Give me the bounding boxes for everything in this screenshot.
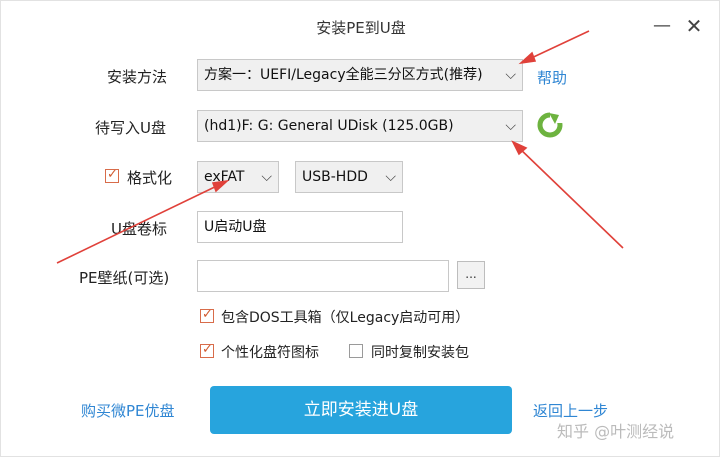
- chevron-down-icon: ⌵: [385, 169, 396, 185]
- installer-window: 安装PE到U盘 — ✕ 安装方法 方案一：UEFI/Legacy全能三分区方式(…: [0, 0, 720, 457]
- help-link[interactable]: 帮助: [537, 67, 567, 88]
- refresh-icon[interactable]: [537, 112, 563, 138]
- option-copy-installer-label: 同时复制安装包: [371, 345, 469, 361]
- title-bar: 安装PE到U盘 — ✕: [1, 1, 720, 55]
- install-to-usb-button[interactable]: 立即安装进U盘: [210, 386, 512, 434]
- format-label: 格式化: [127, 169, 173, 187]
- target-disk-label: 待写入U盘: [95, 119, 166, 137]
- target-disk-select[interactable]: (hd1)F: G: General UDisk (125.0GB) ⌵: [197, 110, 523, 142]
- boot-mode-select[interactable]: USB-HDD ⌵: [295, 161, 403, 193]
- option-custom-drive-icon-label: 个性化盘符图标: [221, 345, 319, 361]
- target-disk-value: (hd1)F: G: General UDisk (125.0GB): [204, 118, 454, 134]
- volume-label-input[interactable]: U启动U盘: [197, 211, 403, 243]
- install-method-label: 安装方法: [107, 68, 168, 86]
- boot-mode-value: USB-HDD: [302, 169, 368, 185]
- format-checkbox[interactable]: [105, 167, 119, 183]
- browse-button[interactable]: ...: [457, 261, 485, 289]
- option-copy-installer-checkbox[interactable]: [349, 344, 363, 358]
- chevron-down-icon: ⌵: [505, 118, 516, 134]
- minimize-button[interactable]: —: [651, 15, 673, 37]
- buy-pe-usb-link[interactable]: 购买微PE优盘: [81, 400, 175, 421]
- watermark: 知乎 @叶测经说: [557, 422, 675, 441]
- wallpaper-label: PE壁纸(可选): [79, 269, 170, 287]
- arrow-head: [511, 140, 528, 156]
- arrow-to-target-disk: [516, 145, 624, 249]
- chevron-down-icon: ⌵: [505, 67, 516, 83]
- wallpaper-path-input[interactable]: [197, 260, 449, 292]
- close-button[interactable]: ✕: [683, 15, 705, 37]
- filesystem-select[interactable]: exFAT ⌵: [197, 161, 279, 193]
- option-dos-toolbox-checkbox[interactable]: [200, 307, 214, 323]
- install-method-value: 方案一：UEFI/Legacy全能三分区方式(推荐): [204, 67, 483, 83]
- install-method-select[interactable]: 方案一：UEFI/Legacy全能三分区方式(推荐) ⌵: [197, 59, 523, 91]
- filesystem-value: exFAT: [204, 169, 245, 185]
- volume-label-label: U盘卷标: [111, 220, 167, 238]
- chevron-down-icon: ⌵: [261, 169, 272, 185]
- window-title: 安装PE到U盘: [316, 19, 406, 37]
- option-dos-toolbox-label: 包含DOS工具箱（仅Legacy启动可用）: [221, 310, 470, 326]
- option-custom-drive-icon-checkbox[interactable]: [200, 342, 214, 358]
